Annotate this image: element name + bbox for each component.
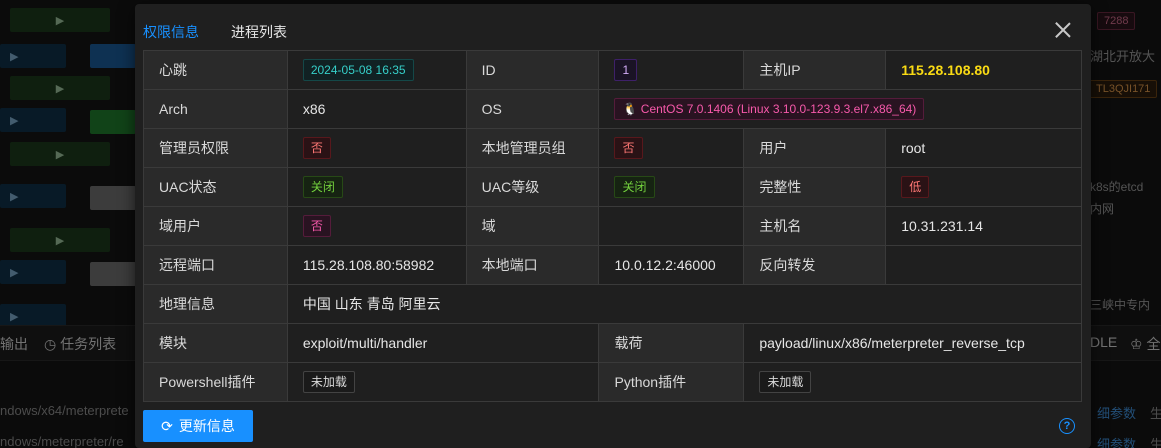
hostname-value: 10.31.231.14 [885,206,1082,246]
table-row: 模块 exploit/multi/handler 载荷 payload/linu… [143,323,1082,363]
table-row: 域用户 否 域 主机名 10.31.231.14 [143,206,1082,246]
arch-value: x86 [286,89,467,129]
host-ip-value: 115.28.108.80 [901,62,990,78]
user-label: 用户 [743,128,887,168]
modal-tabs: 权限信息 进程列表 [143,18,319,52]
id-tag: 1 [614,59,638,81]
module-value: exploit/multi/handler [286,323,600,363]
hostname-label: 主机名 [743,206,887,246]
arch-label: Arch [143,89,288,129]
tab-process-list[interactable]: 进程列表 [231,18,287,52]
local-admin-label: 本地管理员组 [465,128,600,168]
tab-permission-info[interactable]: 权限信息 [143,18,199,52]
domain-label: 域 [465,206,600,246]
close-icon[interactable] [1053,20,1073,40]
python-plugin-tag: 未加载 [759,371,812,393]
heartbeat-tag: 2024-05-08 16:35 [302,59,414,81]
os-tag: 🐧 CentOS 7.0.1406 (Linux 3.10.0-123.9.3.… [614,98,925,120]
domain-user-label: 域用户 [143,206,288,246]
local-port-value: 10.0.12.2:46000 [598,245,745,285]
integrity-tag: 低 [901,176,930,198]
payload-label: 载荷 [598,323,745,363]
user-value: root [885,128,1082,168]
integrity-label: 完整性 [743,167,887,207]
geo-label: 地理信息 [143,284,288,324]
update-info-button[interactable]: ⟳ 更新信息 [143,410,253,442]
remote-port-value: 115.28.108.80:58982 [286,245,467,285]
table-row: Arch x86 OS 🐧 CentOS 7.0.1406 (Linux 3.1… [143,89,1082,129]
uac-tag: 关闭 [302,176,343,198]
uac-level-label: UAC等级 [465,167,600,207]
admin-tag: 否 [302,137,331,159]
table-row: 地理信息 中国 山东 青岛 阿里云 [143,284,1083,324]
update-info-label: 更新信息 [178,418,235,434]
module-label: 模块 [143,323,288,363]
powershell-plugin-label: Powershell插件 [143,362,288,402]
reverse-forward-value [885,245,1082,285]
table-row: 远程端口 115.28.108.80:58982 本地端口 10.0.12.2:… [143,245,1082,285]
uac-label: UAC状态 [143,167,288,207]
help-icon[interactable]: ? [1059,418,1075,434]
uac-level-tag: 关闭 [614,176,655,198]
domain-value [598,206,745,246]
geo-value: 中国 山东 青岛 阿里云 [286,284,1083,324]
linux-penguin-icon: 🐧 [622,102,638,116]
powershell-plugin-tag: 未加载 [302,371,355,393]
local-admin-tag: 否 [614,137,643,159]
session-info-modal: 权限信息 进程列表 心跳 2024-05-08 16:35 ID 1 主机IP … [135,4,1091,448]
table-row: 心跳 2024-05-08 16:35 ID 1 主机IP 115.28.108… [143,50,1082,90]
admin-label: 管理员权限 [143,128,288,168]
table-row: 管理员权限 否 本地管理员组 否 用户 root [143,128,1082,168]
host-ip-label: 主机IP [743,50,887,90]
reverse-forward-label: 反向转发 [743,245,887,285]
local-port-label: 本地端口 [465,245,600,285]
table-row: Powershell插件 未加载 Python插件 未加载 [143,362,1082,402]
python-plugin-label: Python插件 [598,362,745,402]
id-label: ID [465,50,600,90]
table-row: UAC状态 关闭 UAC等级 关闭 完整性 低 [143,167,1082,207]
heartbeat-label: 心跳 [143,50,288,90]
domain-user-tag: 否 [302,215,331,237]
info-table: 心跳 2024-05-08 16:35 ID 1 主机IP 115.28.108… [143,50,1083,402]
remote-port-label: 远程端口 [143,245,288,285]
payload-value: payload/linux/x86/meterpreter_reverse_tc… [743,323,1082,363]
sync-icon: ⟳ [161,417,173,434]
os-label: OS [465,89,600,129]
